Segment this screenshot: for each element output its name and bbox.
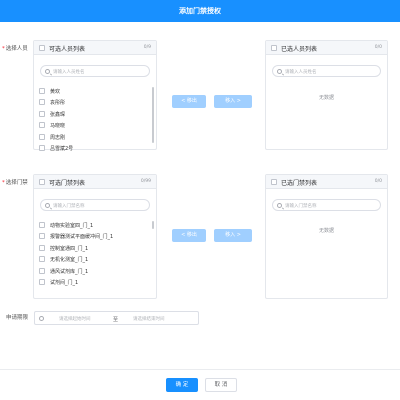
search-placeholder: 请输入人员姓名 [285,70,317,75]
doors-search-input[interactable]: 请输入门禁名称 [40,199,150,211]
empty-text: 无数据 [318,228,334,234]
item-label: 试剂间_门_1 [50,280,79,286]
select-all-checkbox[interactable] [271,45,277,51]
empty-text: 无数据 [318,95,334,101]
selected-personnel-search-input[interactable]: 请输入人员姓名 [272,65,381,77]
panel-header: 已选人员列表 0/0 [266,41,387,55]
list-item[interactable]: 控制室通四_门_1 [39,242,146,254]
item-checkbox[interactable] [39,221,45,228]
move-left-button[interactable]: < 移出 [172,229,206,242]
personnel-search-input[interactable]: 请输入人员姓名 [40,65,150,77]
item-label: 通风试剂库_门_1 [50,268,89,275]
item-checkbox[interactable] [39,110,45,117]
item-checkbox[interactable] [39,244,45,251]
list-item[interactable]: 通风试剂库_门_1 [39,265,146,277]
item-checkbox[interactable] [39,122,45,128]
date-range-picker[interactable]: 请选择起始时间 至 请选择结束时间 [34,311,199,325]
select-all-checkbox[interactable] [271,179,277,185]
panel-title: 已选门禁列表 [281,180,318,187]
move-right-button[interactable]: 移入 > [214,229,252,242]
search-placeholder: 请输入人员姓名 [53,70,85,75]
item-checkbox[interactable] [39,279,45,285]
item-label: 动物实验室四_门_1 [50,222,94,229]
end-date-placeholder[interactable]: 请选择结束时间 [133,316,165,322]
item-label: 无机化测室_门_1 [50,257,89,263]
list-item[interactable]: 袁彤彤 [39,97,146,109]
available-doors-panel: 可选门禁列表 0/99 请输入门禁名称 动物实验室四_门_1 报警器测试平面缓冲… [33,174,157,299]
calendar-icon [39,316,44,321]
selection-count: 0/0 [374,179,382,184]
selection-count: 0/99 [140,179,151,184]
selected-personnel-panel: 已选人员列表 0/0 请输入人员姓名 无数据 [265,40,388,150]
item-label: 周志刚 [50,134,66,141]
item-checkbox[interactable] [39,256,45,262]
item-label: 袁彤彤 [50,100,66,106]
select-all-checkbox[interactable] [39,179,45,185]
item-label: 报警器测试平面缓冲间_门_1 [50,234,114,240]
panel-title: 已选人员列表 [281,46,318,53]
list-item[interactable]: 张鑫琛 [39,108,146,120]
list-scrollbar[interactable] [151,221,154,229]
item-label: 张鑫琛 [50,111,66,118]
list-scrollbar[interactable] [151,87,154,143]
panel-header: 已选门禁列表 0/0 [266,175,387,189]
selection-count: 0/9 [143,45,151,50]
list-item[interactable]: 吕雪斌2号 [39,143,146,155]
dialog-title: 添加门禁授权 [0,0,400,22]
list-item[interactable]: 马晓晓 [39,120,146,132]
personnel-list: 黄欢 袁彤彤 张鑫琛 马晓晓 周志刚 吕雪斌2号 [39,85,146,154]
list-item[interactable]: 无机化测室_门_1 [39,254,146,266]
panel-header: 可选门禁列表 0/99 [34,175,156,189]
select-all-checkbox[interactable] [39,45,45,51]
item-checkbox[interactable] [39,87,45,94]
item-checkbox[interactable] [39,133,45,140]
start-date-placeholder[interactable]: 请选择起始时间 [59,316,91,322]
search-placeholder: 请输入门禁名称 [285,204,317,209]
panel-header: 可选人员列表 0/9 [34,41,156,55]
panel-title: 可选门禁列表 [49,180,86,187]
item-checkbox[interactable] [39,233,45,239]
authorization-dialog: 添加门禁授权 *选择人员 可选人员列表 0/9 请输入人员姓名 黄欢 袁彤彤 张… [0,0,400,400]
doors-list: 动物实验室四_门_1 报警器测试平面缓冲间_门_1 控制室通四_门_1 无机化测… [39,219,146,288]
item-checkbox[interactable] [39,145,45,151]
search-icon [277,202,282,208]
selected-doors-search-input[interactable]: 请输入门禁名称 [272,199,381,211]
item-checkbox[interactable] [39,99,45,105]
range-separator: 至 [113,316,119,323]
list-item[interactable]: 周志刚 [39,131,146,143]
list-item[interactable]: 试剂间_门_1 [39,277,146,289]
item-label: 黄欢 [50,88,61,95]
search-icon [45,68,50,74]
move-right-button[interactable]: 移入 > [214,95,252,108]
item-label: 马晓晓 [50,123,66,129]
panel-title: 可选人员列表 [49,46,86,53]
doors-label: *选择门禁 [2,180,28,186]
list-item[interactable]: 报警器测试平面缓冲间_门_1 [39,231,146,243]
search-icon [45,202,50,208]
confirm-button[interactable]: 确 定 [166,378,198,392]
item-checkbox[interactable] [39,267,45,274]
item-label: 控制室通四_门_1 [50,245,89,252]
available-personnel-panel: 可选人员列表 0/9 请输入人员姓名 黄欢 袁彤彤 张鑫琛 马晓晓 周志刚 吕雪… [33,40,157,152]
selection-count: 0/0 [374,45,382,50]
move-left-button[interactable]: < 移出 [172,95,206,108]
list-item[interactable]: 动物实验室四_门_1 [39,219,146,231]
search-icon [277,68,282,74]
item-label: 吕雪斌2号 [50,146,74,152]
dialog-footer: 确 定 取 消 [0,369,400,400]
personnel-label: *选择人员 [2,46,28,52]
cancel-button[interactable]: 取 消 [205,378,237,392]
selected-doors-panel: 已选门禁列表 0/0 请输入门禁名称 无数据 [265,174,388,299]
search-placeholder: 请输入门禁名称 [53,204,85,209]
validity-label: 申请期限 [6,315,29,321]
list-item[interactable]: 黄欢 [39,85,146,97]
